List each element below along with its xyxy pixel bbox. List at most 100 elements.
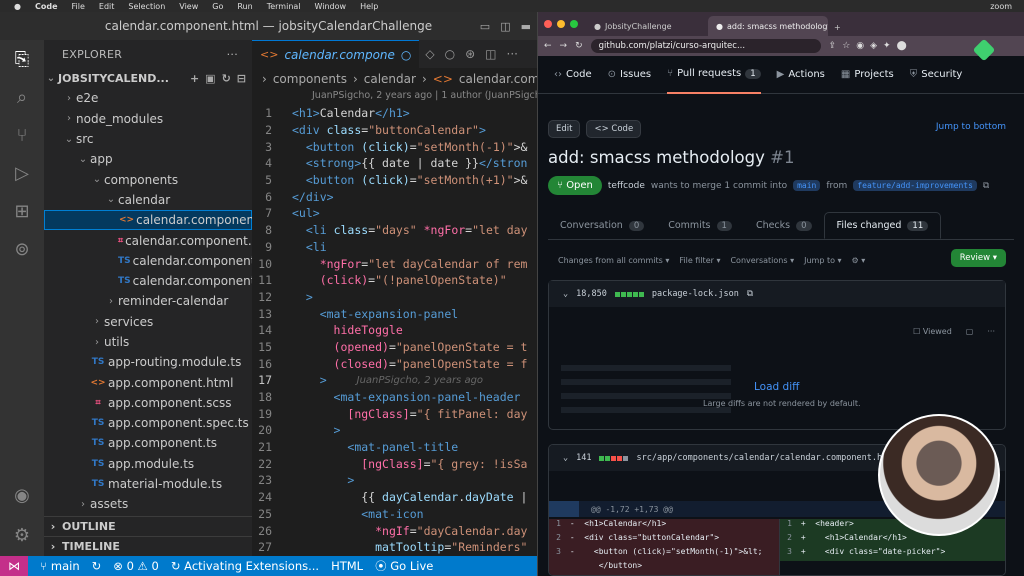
tree-item[interactable]: TS app.component.spec.ts — [44, 413, 252, 433]
tree-item[interactable]: ⌄ components — [44, 169, 252, 189]
tree-item[interactable]: TS app.module.ts — [44, 454, 252, 474]
tree-item[interactable]: TS calendar.component.sp... — [44, 251, 285, 271]
minimize-icon[interactable] — [557, 20, 565, 28]
author-link[interactable]: teffcode — [608, 181, 645, 191]
menu-item[interactable]: File — [72, 2, 85, 11]
puzzle-icon[interactable]: ✦ — [883, 41, 891, 51]
code-line[interactable]: 15 (opened)="panelOpenState = t — [252, 339, 537, 356]
code-line[interactable]: 7 <ul> — [252, 205, 537, 222]
code-line[interactable]: 14 hideToggle — [252, 322, 537, 339]
tree-item[interactable]: TS material-module.ts — [44, 474, 252, 494]
tree-item[interactable]: TS app-routing.module.ts — [44, 352, 252, 372]
outline-section[interactable]: › OUTLINE — [44, 516, 252, 536]
tree-item[interactable]: ⌄ app — [44, 149, 252, 169]
tree-item[interactable]: ⌗ calendar.component.scss — [44, 230, 277, 250]
code-line[interactable]: 24 {{ dayCalendar.dayDate | — [252, 489, 537, 506]
tab-checks[interactable]: Checks 0 — [744, 212, 824, 239]
menu-item[interactable]: View — [179, 2, 198, 11]
code-line[interactable]: 1 <h1>Calendar</h1> — [252, 105, 537, 122]
more-icon[interactable]: ··· — [507, 47, 518, 61]
extensions-icon[interactable]: ⊞ — [10, 200, 34, 224]
tree-item[interactable]: › node_modules — [44, 109, 252, 129]
copy-icon[interactable]: ⧉ — [747, 289, 753, 299]
code-line[interactable]: 9 <li — [252, 239, 537, 256]
menu-item[interactable]: Selection — [128, 2, 165, 11]
gear-icon[interactable]: ⚙ — [10, 524, 34, 548]
errors-indicator[interactable]: ⊗ 0 ⚠ 0 — [113, 559, 159, 573]
expand-icon[interactable] — [549, 501, 579, 517]
blame-codelens[interactable]: JuanPSigcho, 2 years ago | 1 author (Jua… — [252, 90, 537, 105]
menu-item[interactable]: Run — [237, 2, 252, 11]
code-line[interactable]: 2 <div class="buttonCalendar"> — [252, 122, 537, 139]
browser-tab-pr[interactable]: ●add: smacss methodology by✕ — [708, 16, 828, 36]
layout-icon[interactable]: ▭ — [480, 20, 490, 33]
sync-icon[interactable]: ↻ — [92, 559, 102, 573]
diff-icon[interactable]: ◇ — [425, 47, 434, 61]
head-branch[interactable]: feature/add-improvements — [853, 180, 977, 191]
code-line[interactable]: 6 </div> — [252, 188, 537, 205]
tree-item[interactable]: ⌄ calendar — [44, 190, 252, 210]
repo-tab-actions[interactable]: ▶ Actions — [777, 56, 825, 94]
go-live-button[interactable]: ⦿ Go Live — [375, 558, 433, 574]
review-button[interactable]: Review ▾ — [950, 249, 1006, 267]
tree-item[interactable]: TS calendar.component.ts — [44, 271, 270, 291]
menu-item[interactable]: Terminal — [267, 2, 301, 11]
refresh-icon[interactable]: ↻ — [222, 72, 231, 85]
code-line[interactable]: 23 > — [252, 472, 537, 489]
code-line[interactable]: 12 > — [252, 289, 537, 306]
back-icon[interactable]: ← — [544, 41, 552, 51]
source-control-icon[interactable]: ⑂ — [10, 124, 34, 148]
url-field[interactable]: github.com/platzi/curso-arquitec... — [590, 39, 821, 53]
menu-item[interactable]: Go — [212, 2, 223, 11]
comment-icon[interactable]: ▢ — [966, 327, 974, 336]
code-line[interactable]: 25 <mat-icon — [252, 506, 537, 523]
ext-icon[interactable]: ◈ — [870, 41, 877, 51]
repo-tab-pull-requests[interactable]: ⑂ Pull requests 1 — [667, 56, 761, 94]
tab-conversation[interactable]: Conversation 0 — [548, 212, 656, 239]
repo-tab-issues[interactable]: ⊙ Issues — [608, 56, 651, 94]
timeline-section[interactable]: › TIMELINE — [44, 536, 252, 556]
crumb-calendar[interactable]: calendar — [364, 72, 416, 86]
files-icon[interactable]: ⎘ — [10, 48, 34, 72]
more-icon[interactable]: ··· — [987, 327, 995, 336]
github-icon[interactable]: ⊛ — [465, 47, 475, 61]
new-folder-icon[interactable]: ▣ — [205, 72, 215, 85]
jump-to-bottom-link[interactable]: Jump to bottom — [936, 122, 1006, 132]
crumb-file[interactable]: calendar.compone — [459, 72, 537, 86]
code-line[interactable]: 11 (click)="(!panelOpenState)" — [252, 272, 537, 289]
tree-item[interactable]: › assets — [44, 494, 252, 514]
profile-icon[interactable]: ⬤ — [897, 41, 907, 51]
browser-tab-jobsity[interactable]: ● JobsityChallenge — [586, 16, 706, 36]
tab-calendar-html[interactable]: <> calendar.compone ○ — [252, 40, 420, 68]
viewed-checkbox[interactable]: ☐ Viewed — [913, 327, 952, 336]
remote-button[interactable]: ⋈ — [0, 556, 28, 576]
code-line[interactable]: 16 (closed)="panelOpenState = f — [252, 355, 537, 372]
code-line[interactable]: 27 matTooltip="Reminders" — [252, 539, 537, 556]
edit-button[interactable]: Edit — [548, 120, 581, 138]
collapse-icon[interactable]: ⊟ — [237, 72, 246, 85]
file-name[interactable]: src/app/components/calendar/calendar.com… — [636, 453, 897, 463]
tab-files-changed[interactable]: Files changed 11 — [823, 212, 942, 239]
code-line[interactable]: 20 > — [252, 422, 537, 439]
code-line[interactable]: 13 <mat-expansion-panel — [252, 305, 537, 322]
code-line[interactable]: 8 <li class="days" *ngFor="let day — [252, 222, 537, 239]
copy-icon[interactable]: ⧉ — [983, 181, 989, 191]
new-tab-icon[interactable]: + — [834, 23, 841, 32]
menu-app[interactable]: Code — [35, 2, 58, 11]
compare-icon[interactable]: ○ — [445, 47, 455, 61]
branch-name[interactable]: main — [51, 559, 80, 573]
code-line[interactable]: 17 > JuanPSigcho, 2 years ago — [252, 372, 537, 389]
code-line[interactable]: 22 [ngClass]="{ grey: !isSa — [252, 455, 537, 472]
menu-item[interactable]: Edit — [99, 2, 115, 11]
share-icon[interactable]: ⇪ — [829, 41, 837, 51]
run-debug-icon[interactable]: ▷ — [10, 162, 34, 186]
maximize-icon[interactable] — [570, 20, 578, 28]
code-line[interactable]: 26 *ngIf="dayCalendar.day — [252, 522, 537, 539]
code-line[interactable]: 19 [ngClass]="{ fitPanel: day — [252, 405, 537, 422]
diff-toolbar-item[interactable]: ⚙ ▾ — [852, 256, 866, 265]
code-line[interactable]: 3 <button (click)="setMonth(-1)">& — [252, 138, 537, 155]
tab-modified-icon[interactable]: ○ — [401, 48, 411, 62]
more-icon[interactable]: ··· — [227, 48, 238, 61]
tree-item[interactable]: <> calendar.component.html — [44, 210, 290, 231]
chevron-down-icon[interactable]: ⌄ — [563, 289, 568, 299]
